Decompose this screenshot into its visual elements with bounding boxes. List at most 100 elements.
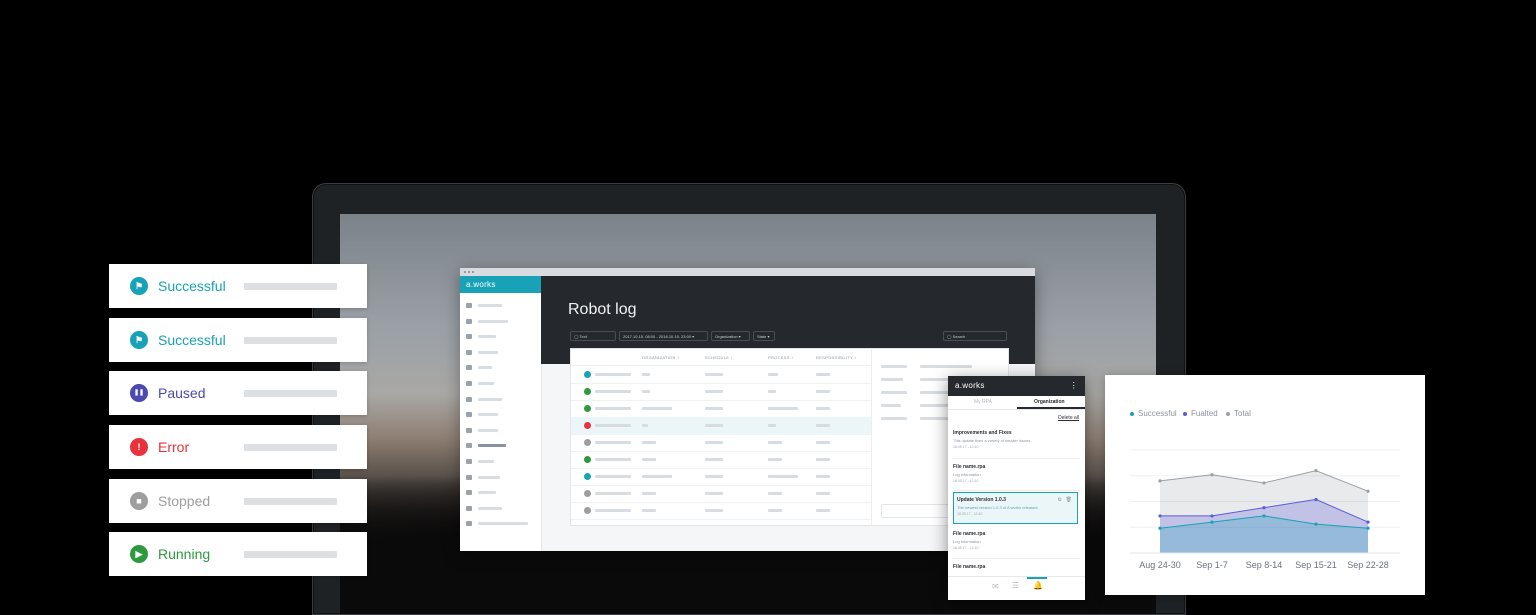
detail-line <box>881 417 907 420</box>
table-row[interactable] <box>571 451 871 469</box>
more-icon[interactable]: ⋮ <box>1070 376 1078 396</box>
window-dot[interactable] <box>468 271 470 273</box>
sidebar-item[interactable] <box>478 460 494 463</box>
sidebar-item-icon[interactable] <box>466 396 472 402</box>
sidebar-item[interactable] <box>478 428 498 432</box>
sidebar-item[interactable] <box>478 444 506 448</box>
data-point[interactable] <box>1262 506 1266 510</box>
table-row[interactable] <box>571 485 871 503</box>
sidebar-item-icon[interactable] <box>466 459 472 464</box>
tab-my-rpa[interactable]: My RPA <box>974 399 992 405</box>
table-row[interactable] <box>571 383 871 401</box>
data-point[interactable] <box>1366 520 1370 524</box>
table-cell <box>816 424 830 427</box>
table-row[interactable] <box>571 434 871 452</box>
sidebar-item[interactable] <box>478 506 502 510</box>
sidebar-item[interactable] <box>478 397 502 401</box>
status-card-error[interactable]: ! Error <box>109 425 367 469</box>
column-header-organization[interactable]: ORGANIZATION ↕ <box>642 355 679 360</box>
sidebar-item[interactable] <box>478 522 528 526</box>
status-card-successful[interactable]: ⚑ Successful <box>109 264 367 308</box>
sidebar-item-icon[interactable] <box>466 365 472 371</box>
column-header-schedule[interactable]: SCHEDULE ↕ <box>705 355 733 360</box>
sidebar-item-icon[interactable] <box>466 521 472 527</box>
table-row[interactable] <box>571 502 871 520</box>
sidebar-item[interactable] <box>478 335 496 339</box>
sidebar-item-icon[interactable] <box>466 334 472 340</box>
data-point[interactable] <box>1262 481 1266 485</box>
data-point[interactable] <box>1314 469 1318 473</box>
notification-item-highlighted[interactable]: Update Version 1.0.3 The newest version … <box>953 492 1078 524</box>
data-point[interactable] <box>1158 526 1162 530</box>
notification-item[interactable]: File name.rpa Log information 18.05.17 -… <box>953 531 1080 559</box>
column-header-responsibility[interactable]: RESPONSIBILITY ↕ <box>816 355 857 360</box>
status-placeholder-bar <box>244 283 337 290</box>
data-point[interactable] <box>1210 520 1214 524</box>
status-card-paused[interactable]: ❚❚ Paused <box>109 371 367 415</box>
notification-subtitle: Log information <box>953 539 981 544</box>
table-cell <box>705 373 723 376</box>
window-dot[interactable] <box>464 271 466 273</box>
sidebar-item-icon[interactable] <box>466 505 472 511</box>
trash-icon[interactable]: 🗑 <box>1066 497 1072 503</box>
bell-icon[interactable]: 🔔 <box>1033 581 1043 590</box>
sidebar-item[interactable] <box>478 366 492 370</box>
sidebar-item-icon[interactable] <box>466 412 472 418</box>
sidebar-item[interactable] <box>478 304 502 307</box>
date-range-filter[interactable]: 2017.10.15. 08:00 - 2018.10.15. 23:00 ▾ <box>619 331 708 341</box>
data-point[interactable] <box>1158 479 1162 483</box>
table-cell <box>595 509 631 512</box>
sidebar-item[interactable] <box>478 491 496 495</box>
status-card-successful[interactable]: ⚑ Successful <box>109 318 367 362</box>
sidebar-item[interactable] <box>478 475 500 479</box>
list-icon[interactable]: ☰ <box>1012 581 1019 590</box>
notification-item[interactable]: Improvements and Fixes This update fixes… <box>953 430 1080 459</box>
state-filter[interactable]: State ▾ <box>753 331 775 341</box>
data-point[interactable] <box>1366 489 1370 493</box>
table-cell <box>816 509 830 512</box>
delete-all-link[interactable]: Delete all <box>1058 415 1079 421</box>
sidebar-item-icon[interactable] <box>466 381 472 386</box>
pause-icon: ❚❚ <box>130 384 148 402</box>
notification-item[interactable]: File name.rpa Log information 18.05.17 -… <box>953 464 1080 491</box>
status-card-running[interactable]: ▶ Running <box>109 532 367 576</box>
notification-date: 18.05.17 - 12:10 <box>953 546 979 550</box>
sidebar-item-icon[interactable] <box>466 349 472 355</box>
sidebar-item[interactable] <box>478 413 498 417</box>
tab-organization[interactable]: Organization <box>1034 399 1065 405</box>
detail-line <box>881 404 901 407</box>
table-row[interactable] <box>571 417 871 435</box>
sidebar-item-icon[interactable] <box>466 474 472 480</box>
column-header-process[interactable]: PROCESS ↕ <box>768 355 793 360</box>
data-point[interactable] <box>1314 522 1318 526</box>
table-row[interactable] <box>571 468 871 486</box>
text-filter[interactable]: ◯ Text <box>570 331 616 341</box>
data-point[interactable] <box>1314 497 1318 502</box>
sidebar-item[interactable] <box>478 382 494 385</box>
data-point[interactable] <box>1366 526 1370 530</box>
window-dot[interactable] <box>472 271 474 273</box>
table-row[interactable] <box>571 400 871 418</box>
settings-icon[interactable]: ⚙ <box>1058 497 1062 503</box>
organization-filter[interactable]: Organization ▾ <box>711 331 750 341</box>
data-point[interactable] <box>1262 514 1266 518</box>
table-cell <box>595 424 631 427</box>
data-point[interactable] <box>1210 473 1214 477</box>
sidebar-item-icon[interactable] <box>466 490 472 496</box>
table-row[interactable] <box>571 366 871 384</box>
mobile-logo[interactable]: a.works <box>955 381 985 390</box>
sidebar-item-icon[interactable] <box>466 427 472 433</box>
envelope-icon[interactable]: ✉ <box>992 582 999 591</box>
sidebar-item[interactable] <box>478 350 498 354</box>
sidebar-item-icon[interactable] <box>466 443 472 449</box>
status-card-stopped[interactable]: ■ Stopped <box>109 479 367 523</box>
search-input[interactable]: ◯ Search <box>943 331 1007 341</box>
x-tick-label: Sep 15-21 <box>1295 560 1337 570</box>
sidebar-item-icon[interactable] <box>466 318 472 324</box>
data-point[interactable] <box>1158 514 1162 518</box>
notification-title: File name.rpa <box>953 464 986 470</box>
sidebar-item-icon[interactable] <box>466 303 472 308</box>
data-point[interactable] <box>1210 514 1214 518</box>
app-logo[interactable]: a.works <box>460 276 541 293</box>
sidebar-item[interactable] <box>478 319 508 323</box>
